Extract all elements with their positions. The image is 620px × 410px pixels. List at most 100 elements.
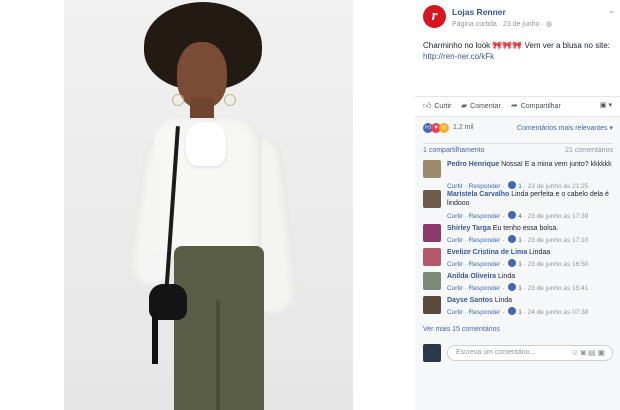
sticker-icon[interactable]: ▣	[597, 348, 607, 357]
globe-icon: ◍	[545, 21, 552, 28]
wow-reaction-icon[interactable]: o	[439, 123, 449, 133]
post-actions: 👍︎ Curtir ▰ Comentar ➦ Compartilhar ▣ ▾	[415, 96, 620, 114]
like-icon	[508, 307, 517, 315]
comment-time[interactable]: · 23 de junho às 21:25	[522, 183, 589, 190]
comment-time[interactable]: · 24 de junho às 07:38	[522, 309, 589, 316]
message-text: Charminho no look	[423, 41, 493, 50]
share-label: Compartilhar	[520, 103, 561, 110]
comment-like-reply[interactable]: Curtir · Responder ·	[447, 183, 506, 190]
share-count[interactable]: 1 compartilhamento	[423, 147, 484, 154]
earring-right	[224, 94, 236, 106]
post-photo[interactable]	[64, 0, 353, 410]
like-icon	[508, 211, 517, 219]
comment-count[interactable]: 21 comentários	[565, 147, 613, 154]
post-meta: Página curtida · 23 de junho · ◍	[452, 20, 552, 28]
avatar[interactable]	[423, 344, 441, 362]
post-panel: r Lojas Renner Página curtida · 23 de ju…	[415, 0, 620, 410]
comment-item: Evelize Cristina de Lima Lindaa Curtir · …	[423, 248, 613, 272]
comment-text: Linda	[497, 273, 516, 280]
commenter-name[interactable]: Anilda Oliveira	[447, 273, 496, 280]
comment-time[interactable]: · 23 de junho às 17:39	[522, 213, 589, 220]
comment-time[interactable]: · 23 de junho às 17:10	[522, 237, 589, 244]
comment-like-reply[interactable]: Curtir · Responder ·	[447, 261, 506, 268]
page-logo[interactable]: r	[423, 5, 446, 28]
commenter-avatar[interactable]	[423, 248, 441, 266]
commenter-name[interactable]: Pedro Henrique	[447, 161, 499, 168]
commenter-avatar[interactable]	[423, 272, 441, 290]
caret-down-icon: ▾	[608, 102, 612, 109]
comment-body: Maristela Carvalho Linda perfeita e o ca…	[447, 190, 613, 208]
post-message: Charminho no look 🎀🎀🎀 Vem ver a blusa no…	[423, 40, 613, 62]
comment-body: Pedro Henrique Nossa! E a mina vem junto…	[447, 160, 613, 169]
commenter-name[interactable]: Dayse Santos	[447, 297, 493, 304]
emoji-icon[interactable]: ☺	[571, 348, 581, 357]
like-icon	[508, 235, 517, 243]
comment-icon: ▰	[461, 101, 468, 110]
comment-label: Comentar	[470, 103, 501, 110]
commenter-avatar[interactable]	[423, 296, 441, 314]
comment-item: Maristela Carvalho Linda perfeita e o ca…	[423, 190, 613, 220]
camera-icon[interactable]: ◙	[581, 348, 588, 357]
comment-placeholder: Escreva um comentário...	[456, 349, 536, 356]
message-tail: Vem ver a blusa no site:	[522, 41, 610, 50]
commenter-name[interactable]: Maristela Carvalho	[447, 191, 509, 198]
commenter-avatar[interactable]	[423, 224, 441, 242]
commenter-name[interactable]: Shirley Targa	[447, 225, 491, 232]
blouse-bow	[186, 122, 226, 166]
comment-text: Eu tenho essa bolsa.	[492, 225, 559, 232]
post-meta-text: Página curtida · 23 de junho ·	[452, 21, 546, 28]
comment-button[interactable]: ▰ Comentar	[461, 101, 501, 110]
commenter-avatar[interactable]	[423, 160, 441, 178]
share-icon: ➦	[511, 101, 518, 110]
comment-text: Lindaa	[529, 249, 551, 256]
like-icon	[508, 181, 517, 189]
reaction-bar: 👍︎ ♥ o 1,2 mil Comentários mais relevant…	[423, 122, 613, 136]
chevron-down-icon[interactable]: ⌄	[608, 6, 615, 15]
comment-input[interactable]: Escreva um comentário... ☺◙▤▣	[447, 345, 613, 361]
feedback-section: 👍︎ ♥ o 1,2 mil Comentários mais relevant…	[415, 116, 620, 410]
view-more-comments[interactable]: Ver mais 15 comentários	[423, 326, 500, 333]
comment-actions: Curtir · Responder · 1 · 23 de junho às …	[447, 181, 588, 190]
comment-actions: Curtir · Responder · 1 · 23 de junho às …	[447, 235, 588, 244]
comment-like-reply[interactable]: Curtir · Responder ·	[447, 213, 506, 220]
comment-text: Linda	[494, 297, 513, 304]
comment-time[interactable]: · 23 de junho às 15:41	[522, 285, 589, 292]
comment-text: Nossa! E a mina vem junto? kkkkkk	[501, 161, 612, 168]
post-header: r Lojas Renner Página curtida · 23 de ju…	[423, 5, 615, 33]
comment-time[interactable]: · 23 de junho às 16:50	[522, 261, 589, 268]
comment-body: Evelize Cristina de Lima Lindaa	[447, 248, 613, 257]
gif-icon[interactable]: ▤	[588, 348, 598, 357]
comment-item: Anilda Oliveira Linda Curtir · Responder …	[423, 272, 613, 296]
comment-actions: Curtir · Responder · 1 · 24 de junho às …	[447, 307, 588, 316]
comment-actions: Curtir · Responder · 4 · 23 de junho às …	[447, 211, 588, 220]
bag-tassel	[152, 310, 158, 364]
composer-tools: ☺◙▤▣	[571, 348, 607, 357]
audience-selector[interactable]: ▣ ▾	[600, 101, 612, 109]
share-button[interactable]: ➦ Compartilhar	[511, 101, 561, 110]
comment-item: Dayse Santos Linda Curtir · Responder · 1…	[423, 296, 613, 320]
comment-composer: Escreva um comentário... ☺◙▤▣	[423, 344, 613, 364]
share-comment-counts: 1 compartilhamento 21 comentários	[423, 143, 613, 155]
page-name-link[interactable]: Lojas Renner	[452, 7, 506, 17]
thumbs-up-icon: 👍︎	[423, 101, 432, 110]
comment-body: Anilda Oliveira Linda	[447, 272, 613, 281]
post-link[interactable]: http://ren-ner.co/kFk	[423, 52, 494, 61]
page-avatar-icon: ▣	[599, 102, 607, 109]
like-label: Curtir	[434, 103, 452, 110]
earring-left	[172, 94, 184, 106]
comment-like-reply[interactable]: Curtir · Responder ·	[447, 309, 506, 316]
comment-like-reply[interactable]: Curtir · Responder ·	[447, 285, 506, 292]
comment-actions: Curtir · Responder · 1 · 23 de junho às …	[447, 283, 588, 292]
commenter-avatar[interactable]	[423, 190, 441, 208]
comment-like-reply[interactable]: Curtir · Responder ·	[447, 237, 506, 244]
like-button[interactable]: 👍︎ Curtir	[423, 101, 452, 111]
like-icon	[508, 283, 517, 291]
comment-body: Dayse Santos Linda	[447, 296, 613, 305]
ribbon-emoji: 🎀🎀🎀	[492, 41, 523, 50]
reaction-count[interactable]: 1,2 mil	[453, 124, 474, 131]
commenter-name[interactable]: Evelize Cristina de Lima	[447, 249, 527, 256]
comment-filter[interactable]: Comentários mais relevantes ▾	[517, 124, 613, 132]
comment-body: Shirley Targa Eu tenho essa bolsa.	[447, 224, 613, 233]
comment-actions: Curtir · Responder · 1 · 23 de junho às …	[447, 259, 588, 268]
comment-item: Shirley Targa Eu tenho essa bolsa. Curtir…	[423, 224, 613, 248]
